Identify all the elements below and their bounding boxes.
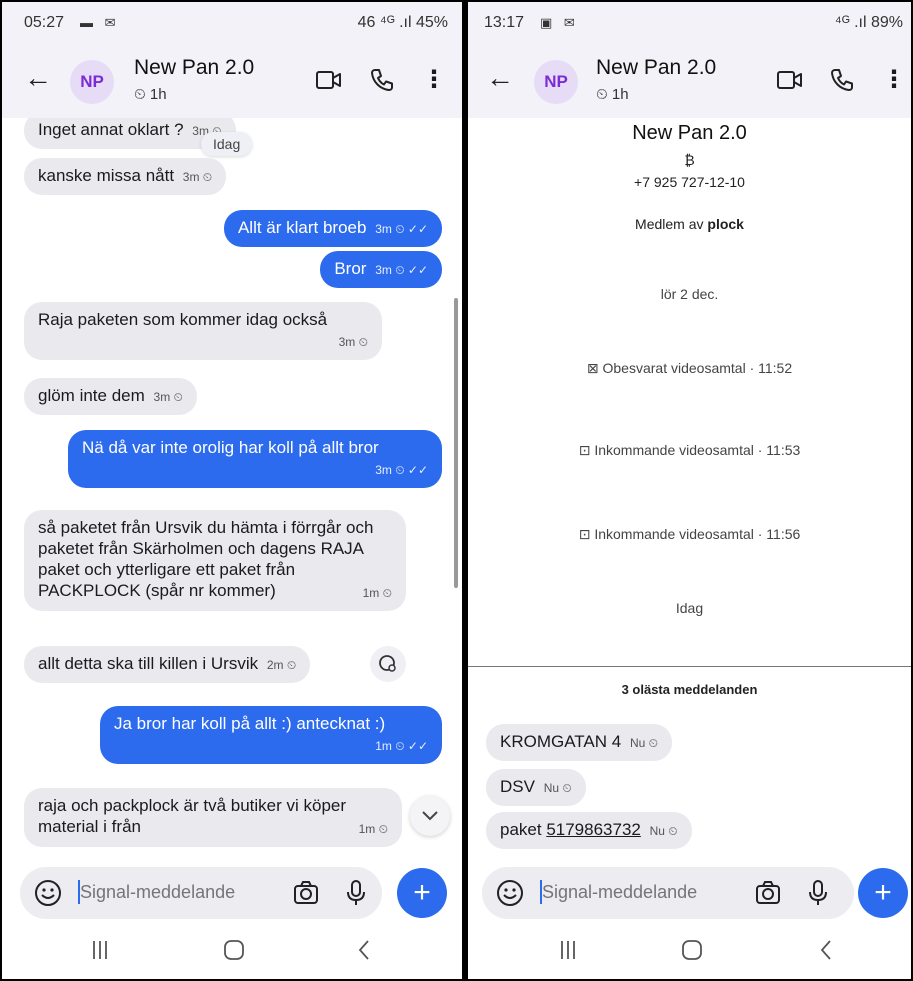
emoji-icon[interactable] xyxy=(34,879,62,907)
unread-divider xyxy=(468,666,911,667)
status-right: 46 ⁴ᴳ .ıl 45% xyxy=(357,14,448,31)
phone-call-icon[interactable] xyxy=(366,64,398,96)
conversation-header: ← NP New Pan 2.0 ⏲ 1h ⋮ xyxy=(2,42,462,118)
left-phone-screen: 05:27 ▬ ✉ 46 ⁴ᴳ .ıl 45% ← NP New Pan 2.0… xyxy=(2,2,462,979)
message-list[interactable]: Inget annat oklart ? 3m ⏲ Idag kanske mi… xyxy=(2,118,462,857)
camera-icon[interactable] xyxy=(292,879,320,907)
message-incoming[interactable]: glöm inte dem 3m ⏲ xyxy=(24,378,197,415)
date-pill: Idag xyxy=(201,132,253,156)
status-bar: 13:17 ▣ ✉ ⁴ᴳ .ıl 89% xyxy=(468,2,911,42)
missed-video-call-icon: ⊠ xyxy=(586,360,599,376)
call-event[interactable]: ⊡ Inkommande videosamtal · 11:53 xyxy=(468,442,911,459)
attach-button[interactable]: + xyxy=(397,868,447,918)
message-time: Nu ⏲ xyxy=(543,781,572,795)
message-input[interactable] xyxy=(542,882,722,903)
emoji-icon[interactable] xyxy=(496,879,524,907)
contact-name[interactable]: New Pan 2.0 xyxy=(596,56,716,80)
status-time: 05:27 xyxy=(24,14,65,31)
message-incoming[interactable]: DSV Nu ⏲ xyxy=(486,769,586,806)
message-time: 1m ⏲ ✓✓ xyxy=(375,739,428,753)
back-arrow-icon[interactable]: ← xyxy=(486,64,514,92)
message-incoming[interactable]: paket 5179863732 Nu ⏲ xyxy=(486,812,692,849)
status-right: ⁴ᴳ .ıl 89% xyxy=(834,14,903,31)
date-separator: lör 2 dec. xyxy=(660,286,719,302)
scroll-down-icon[interactable] xyxy=(410,796,450,836)
recents-icon[interactable] xyxy=(90,939,110,961)
message-composer xyxy=(20,867,382,919)
overflow-menu-icon[interactable]: ⋮ xyxy=(418,64,450,96)
notification-icons: ▬ ✉ xyxy=(80,15,120,30)
message-composer xyxy=(482,867,854,919)
message-incoming[interactable]: Raja paketen som kommer idag också 3m ⏲ xyxy=(24,302,382,360)
message-incoming[interactable]: kanske missa nått 3m ⏲ xyxy=(24,158,227,195)
attach-button[interactable]: + xyxy=(858,868,908,918)
notification-icons: ▣ ✉ xyxy=(540,15,579,30)
scrollbar[interactable] xyxy=(454,298,458,588)
message-time: 3m ⏲ xyxy=(338,335,368,349)
overflow-menu-icon[interactable]: ⋮ xyxy=(878,64,910,96)
video-call-icon[interactable] xyxy=(774,64,806,96)
read-receipt-icon: ✓✓ xyxy=(407,739,428,753)
video-call-icon[interactable] xyxy=(313,64,345,96)
message-time: 3m ⏲ xyxy=(153,390,183,404)
microphone-icon[interactable] xyxy=(344,879,368,907)
unread-label: 3 olästa meddelanden xyxy=(621,682,758,697)
contact-name[interactable]: New Pan 2.0 xyxy=(134,56,254,80)
status-bar: 05:27 ▬ ✉ 46 ⁴ᴳ .ıl 45% xyxy=(2,2,462,42)
message-list[interactable]: New Pan 2.0 ₿ +7 925 727-12-10 Medlem av… xyxy=(468,118,911,857)
phone-number-link[interactable]: 5179863732 xyxy=(546,820,641,839)
message-incoming[interactable]: så paketet från Ursvik du hämta i förrgå… xyxy=(24,510,406,611)
message-incoming[interactable]: allt detta ska till killen i Ursvik 2m ⏲ xyxy=(24,646,311,683)
message-time: 3m ⏲ ✓✓ xyxy=(375,463,428,477)
message-time: 2m ⏲ xyxy=(266,658,297,672)
timer-icon: ⏲ xyxy=(596,86,608,103)
message-time: Nu ⏲ xyxy=(649,824,678,838)
back-arrow-icon[interactable]: ← xyxy=(24,64,52,92)
message-outgoing[interactable]: Nä då var inte orolig har koll på allt b… xyxy=(68,430,442,488)
disappearing-timer: ⏲ 1h xyxy=(596,86,629,103)
recents-icon[interactable] xyxy=(558,939,578,961)
timer-icon: ⏲ xyxy=(134,86,146,103)
date-separator: Idag xyxy=(675,600,704,616)
message-incoming[interactable]: KROMGATAN 4 Nu ⏲ xyxy=(486,724,672,761)
profile-name: New Pan 2.0 xyxy=(632,122,747,144)
status-time: 13:17 xyxy=(484,14,525,31)
message-outgoing[interactable]: Allt är klart broeb 3m ⏲ ✓✓ xyxy=(223,210,442,247)
message-outgoing[interactable]: Ja bror har koll på allt :) antecknat :)… xyxy=(100,706,442,764)
group-membership: Medlem av plock xyxy=(635,216,744,232)
reaction-icon[interactable] xyxy=(370,646,406,682)
message-time: 3m ⏲ xyxy=(182,170,213,184)
back-nav-icon[interactable] xyxy=(356,939,372,961)
system-nav-bar xyxy=(2,923,462,979)
system-nav-bar xyxy=(468,923,911,979)
read-receipt-icon: ✓✓ xyxy=(407,263,428,277)
read-receipt-icon: ✓✓ xyxy=(407,463,428,477)
timer-value: 1h xyxy=(611,86,629,103)
phone-call-icon[interactable] xyxy=(826,64,858,96)
avatar[interactable]: NP xyxy=(70,60,114,104)
message-time: 3m ⏲ ✓✓ xyxy=(375,222,428,236)
camera-icon[interactable] xyxy=(754,879,782,907)
microphone-icon[interactable] xyxy=(806,879,830,907)
timer-value: 1h xyxy=(149,86,167,103)
incoming-video-call-icon: ⊡ xyxy=(578,526,591,542)
home-icon[interactable] xyxy=(680,939,704,961)
call-event[interactable]: ⊡ Inkommande videosamtal · 11:56 xyxy=(468,526,911,543)
home-icon[interactable] xyxy=(222,939,246,961)
right-phone-screen: 13:17 ▣ ✉ ⁴ᴳ .ıl 89% ← NP New Pan 2.0 ⏲ … xyxy=(468,2,911,979)
profile-about: ₿ xyxy=(684,152,695,168)
message-time: 3m ⏲ ✓✓ xyxy=(375,263,428,277)
profile-phone: +7 925 727-12-10 xyxy=(634,174,745,190)
incoming-video-call-icon: ⊡ xyxy=(578,442,591,458)
message-time: Nu ⏲ xyxy=(629,736,658,750)
call-event[interactable]: ⊠ Obesvarat videosamtal · 11:52 xyxy=(468,360,911,377)
conversation-header: ← NP New Pan 2.0 ⏲ 1h ⋮ xyxy=(468,42,911,118)
disappearing-timer: ⏲ 1h xyxy=(134,86,167,103)
read-receipt-icon: ✓✓ xyxy=(407,222,428,236)
message-outgoing[interactable]: Bror 3m ⏲ ✓✓ xyxy=(320,251,442,288)
message-incoming[interactable]: raja och packplock är två butiker vi köp… xyxy=(24,788,402,847)
message-input[interactable] xyxy=(80,882,260,903)
back-nav-icon[interactable] xyxy=(818,939,834,961)
avatar[interactable]: NP xyxy=(534,60,578,104)
